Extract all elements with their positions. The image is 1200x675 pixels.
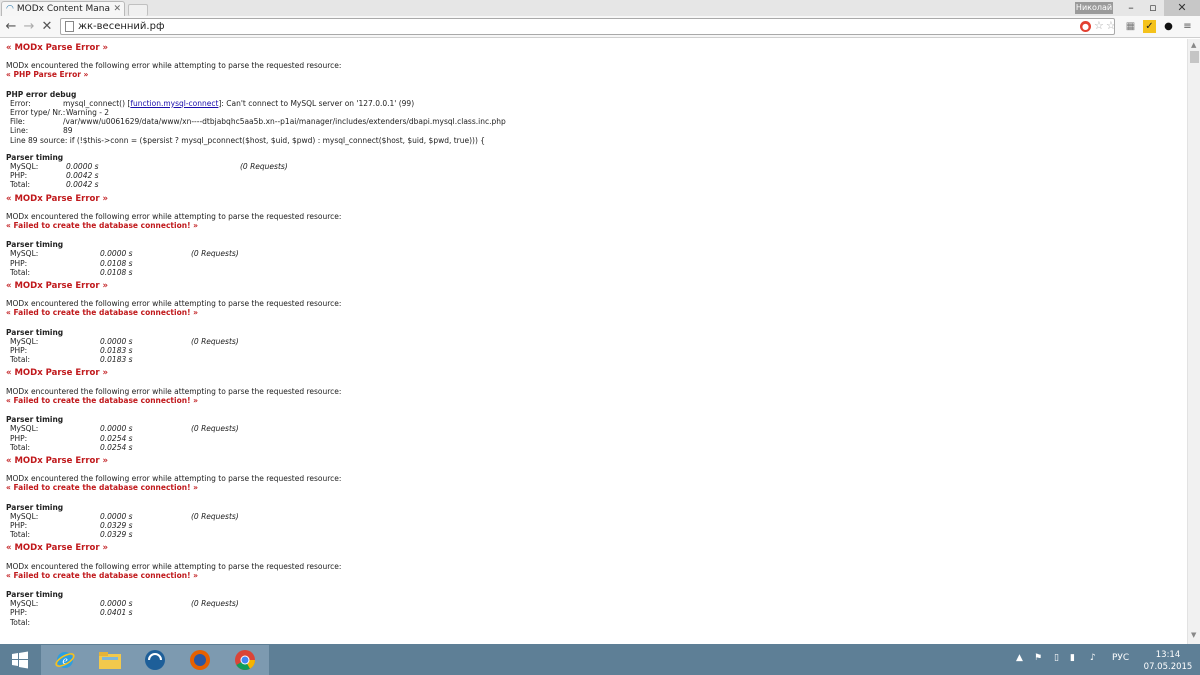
error-title: « MODx Parse Error » (6, 368, 109, 379)
error-block: « MODx Parse Error » MODx encountered the… (6, 193, 1187, 277)
timing-heading: Parser timing (6, 502, 64, 512)
timing-table: MySQL: 0.0000 s (0 Requests) PHP: 0.0042 s … (10, 162, 288, 190)
star-filled-icon[interactable]: ☆ (1106, 19, 1116, 32)
start-button[interactable] (0, 645, 40, 675)
page-icon (65, 21, 74, 32)
error-intro: MODx encountered the following error whi… (6, 211, 342, 221)
php-error-label: « PHP Parse Error » (6, 70, 89, 80)
error-title: « MODx Parse Error » (6, 455, 109, 466)
timing-table: MySQL: 0.0000 s (0 Requests) PHP: 0.0401 s To… (10, 599, 239, 627)
scrollbar[interactable]: ▲ ▼ (1187, 39, 1200, 644)
scroll-up-icon[interactable]: ▲ (1191, 41, 1196, 49)
user-profile-badge[interactable]: Николай (1075, 2, 1113, 14)
debug-line-row: Line: 89 (10, 126, 73, 136)
chrome-icon[interactable] (221, 645, 269, 675)
timing-heading: Parser timing (6, 589, 64, 599)
debug-source-line: Line 89 source: if (!$this->conn = ($per… (10, 135, 486, 145)
bookmark-star-icon[interactable]: ☆ (1094, 19, 1104, 32)
flag-icon[interactable]: ⚑ (1034, 653, 1042, 663)
address-bar[interactable]: жк-весенний.рф ● ☆ ☆ (60, 18, 1116, 35)
battery-icon[interactable]: ▯ (1054, 653, 1059, 663)
blocked-content-icon[interactable]: ● (1080, 21, 1091, 32)
error-block: « MODx Parse Error » MODx encountered the… (6, 455, 1187, 540)
ie-icon[interactable]: e (41, 645, 89, 675)
page-content: « MODx Parse Error » MODx encountered th… (0, 39, 1187, 644)
debug-heading: PHP error debug (6, 89, 77, 99)
error-block: « MODx Parse Error » MODx encountered the… (6, 543, 1187, 627)
language-indicator[interactable]: РУС (1112, 653, 1129, 663)
debug-error-row: Error: mysql_connect() [function.mysql-c… (10, 98, 415, 108)
taskbar: e ▲ ⚑ ▯ ▮ ♪ РУС 13:14 07.05.2015 (0, 644, 1200, 675)
error-blocks: « MODx Parse Error » MODx encountered the… (6, 193, 1187, 627)
error-block: « MODx Parse Error » MODx encountered the… (6, 281, 1187, 365)
error-block: « MODx Parse Error » MODx encountered the… (6, 368, 1187, 452)
timing-heading: Parser timing (6, 415, 64, 425)
navigation-bar: ← → ✕ жк-весенний.рф ● ☆ ☆ ▦ ✓ ● ≡ (0, 16, 1200, 38)
debug-file-row: File: /var/www/u0061629/data/www/xn----d… (10, 117, 506, 127)
timing-table: MySQL: 0.0000 s (0 Requests) PHP: 0.0329 s To… (10, 511, 239, 540)
firefox-icon[interactable] (176, 645, 224, 675)
error-intro: MODx encountered the following error whi… (6, 561, 342, 571)
error-title: « MODx Parse Error » (6, 43, 109, 53)
extension-icon[interactable]: ▦ (1124, 20, 1137, 33)
clock[interactable]: 13:14 07.05.2015 (1140, 649, 1196, 673)
scroll-down-icon[interactable]: ▼ (1191, 631, 1196, 639)
file-explorer-icon[interactable] (86, 645, 134, 675)
error-title: « MODx Parse Error » (6, 543, 109, 554)
clock-time: 13:14 (1155, 650, 1181, 660)
network-icon[interactable]: ▮ (1070, 653, 1075, 663)
tab-title: MODx Content Mana (16, 4, 110, 14)
timing-heading: Parser timing (6, 240, 64, 250)
forward-button[interactable]: → (20, 18, 38, 35)
close-tab-icon[interactable]: ✕ (113, 4, 124, 14)
timing-heading: Parser timing (6, 327, 64, 337)
error-intro: MODx encountered the following error whi… (6, 386, 342, 396)
app-icon[interactable] (131, 645, 179, 675)
timing-table: MySQL: 0.0000 s (0 Requests) PHP: 0.0108 s To… (10, 249, 239, 277)
tab-strip: ◠ MODx Content Mana ✕ Николай – ▫ ✕ (0, 0, 1200, 16)
extension-circle-icon[interactable]: ● (1162, 20, 1175, 33)
error-intro: MODx encountered the following error whi… (6, 299, 342, 309)
db-error-label: « Failed to create the database connecti… (6, 395, 198, 405)
timing-heading: Parser timing (6, 152, 64, 162)
minimize-button[interactable]: – (1120, 0, 1142, 16)
db-error-label: « Failed to create the database connecti… (6, 308, 198, 318)
function-link[interactable]: function.mysql-connect (130, 99, 218, 108)
error-intro: MODx encountered the following error whi… (6, 474, 342, 484)
stop-loading-button[interactable]: ✕ (38, 18, 56, 35)
debug-type-row: Error type/ Nr.: Warning - 2 (10, 108, 110, 118)
db-error-label: « Failed to create the database connecti… (6, 483, 198, 493)
error-title: « MODx Parse Error » (6, 281, 109, 292)
timing-table: MySQL: 0.0000 s (0 Requests) PHP: 0.0183 s To… (10, 336, 239, 365)
db-error-label: « Failed to create the database connecti… (6, 570, 198, 580)
loading-icon: ◠ (6, 4, 14, 14)
show-hidden-icons-icon[interactable]: ▲ (1016, 653, 1023, 663)
menu-icon[interactable]: ≡ (1181, 20, 1194, 33)
url-text: жк-весенний.рф (78, 21, 165, 32)
new-tab-button[interactable] (128, 4, 148, 16)
clock-date: 07.05.2015 (1143, 662, 1193, 672)
db-error-label: « Failed to create the database connecti… (6, 221, 198, 231)
browser-tab[interactable]: ◠ MODx Content Mana ✕ (1, 1, 125, 16)
error-title: « MODx Parse Error » (6, 193, 109, 204)
volume-icon[interactable]: ♪ (1090, 653, 1096, 663)
close-window-button[interactable]: ✕ (1164, 0, 1200, 16)
maximize-button[interactable]: ▫ (1142, 0, 1164, 16)
back-button[interactable]: ← (2, 18, 20, 35)
scroll-thumb[interactable] (1190, 51, 1199, 63)
timing-table: MySQL: 0.0000 s (0 Requests) PHP: 0.0254 s To… (10, 424, 239, 452)
error-intro: MODx encountered the following error whi… (6, 61, 342, 71)
extension-check-icon[interactable]: ✓ (1143, 20, 1156, 33)
